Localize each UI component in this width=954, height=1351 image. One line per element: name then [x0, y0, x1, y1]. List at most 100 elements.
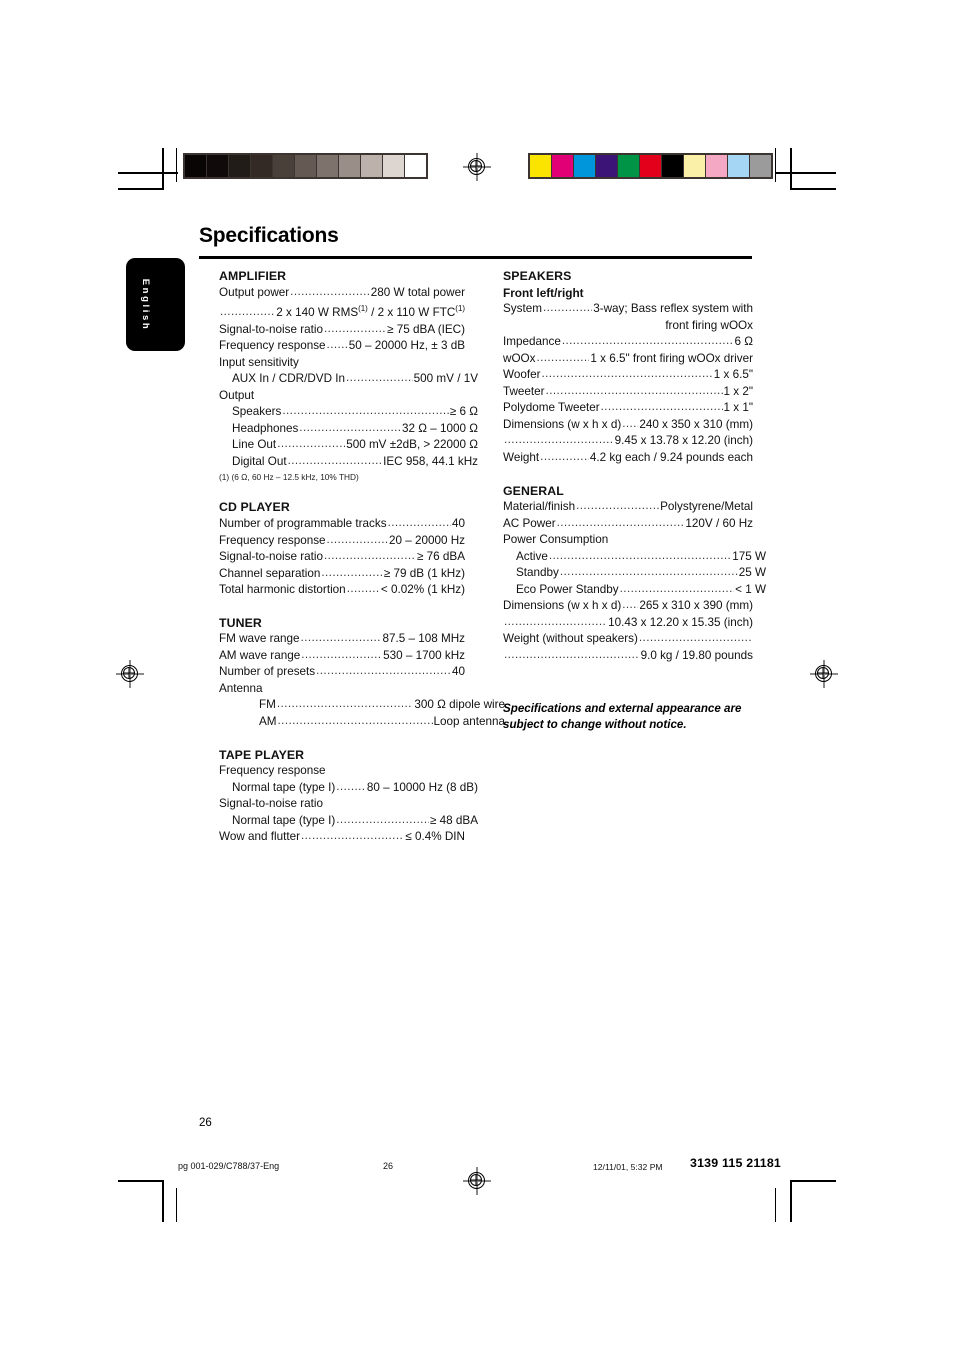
spec-label: AUX In / CDR/DVD In	[232, 372, 346, 386]
dot-leader	[278, 713, 433, 730]
crop-mark-line	[118, 1180, 164, 1182]
spec-label: Normal tape (type I)	[232, 780, 336, 794]
spec-value: Loop antenna	[433, 715, 506, 729]
spec-row: Tweeter 1 x 2"	[503, 384, 753, 401]
spec-value: ≥ 6 Ω	[449, 405, 478, 419]
spec-row: Signal-to-noise ratio ≥ 76 dBA	[219, 549, 465, 566]
spec-value: 3-way; Bass reflex system with	[593, 302, 753, 316]
dot-leader	[347, 581, 380, 598]
spec-row: Frequency response 20 – 20000 Hz	[219, 533, 465, 550]
spec-row: System 3-way; Bass reflex system with	[503, 301, 753, 318]
spec-row: Total harmonic distortion < 0.02% (1 kHz)	[219, 582, 465, 599]
dot-leader	[336, 812, 429, 829]
spec-label: Signal-to-noise ratio	[219, 797, 323, 811]
spec-row: AM Loop antenna	[219, 714, 505, 731]
crop-mark-line	[176, 1188, 178, 1222]
crop-mark-line	[776, 172, 836, 174]
spec-value: < 0.02% (1 kHz)	[380, 583, 465, 597]
page-title: Specifications	[199, 224, 339, 247]
section-heading: SPEAKERS	[503, 269, 572, 283]
spec-value: 10.43 x 12.20 x 15.35 (inch)	[608, 615, 753, 629]
spec-label: Active	[516, 549, 548, 563]
spec-label: Headphones	[232, 421, 299, 435]
spec-row: Dimensions (w x h x d) 240 x 350 x 310 (m…	[503, 417, 753, 434]
footer-timestamp: 12/11/01, 5:32 PM	[593, 1162, 663, 1172]
spec-label: System	[503, 302, 542, 316]
spec-label: Output power	[219, 285, 290, 299]
color-swatch	[706, 155, 727, 177]
registration-mark-bottom	[463, 1167, 491, 1195]
dot-leader	[543, 300, 592, 317]
dot-leader	[549, 548, 731, 565]
dot-leader	[288, 453, 383, 470]
spec-value: IEC 958, 44.1 kHz	[383, 454, 478, 468]
dot-leader	[601, 399, 723, 416]
spec-row: FM wave range 87.5 – 108 MHz	[219, 631, 465, 648]
spec-label: Eco Power Standby	[516, 582, 619, 596]
dot-leader	[327, 532, 388, 549]
dot-leader	[388, 515, 451, 532]
spec-value: ≥ 79 dB (1 kHz)	[383, 566, 465, 580]
spec-value: 6 Ω	[734, 335, 753, 349]
dot-leader	[504, 432, 614, 449]
crop-mark-line	[790, 1180, 836, 1182]
dot-leader	[290, 284, 370, 301]
spec-label: Digital Out	[232, 454, 287, 468]
grayscale-swatch	[405, 155, 427, 177]
dot-leader	[562, 333, 734, 350]
footer-page-number: 26	[383, 1161, 394, 1171]
dot-leader	[504, 614, 607, 631]
dot-leader	[346, 370, 413, 387]
dot-leader	[299, 420, 401, 437]
section-heading: GENERAL	[503, 483, 564, 498]
spec-label: Channel separation	[219, 566, 321, 580]
section-heading: TUNER	[219, 615, 262, 630]
spec-value: 4.2 kg each / 9.24 pounds each	[589, 451, 753, 465]
spec-label: AC Power	[503, 516, 556, 530]
spec-label: Impedance	[503, 335, 561, 349]
spec-value: 80 – 10000 Hz (8 dB)	[366, 780, 478, 794]
grayscale-swatch	[251, 155, 272, 177]
page-number: 26	[199, 1117, 212, 1129]
dot-leader	[327, 337, 348, 354]
spec-row: Line Out 500 mV ±2dB, > 22000 Ω	[219, 437, 478, 454]
spec-row: Number of presets 40	[219, 664, 465, 681]
spec-value: 240 x 350 x 310 (mm)	[639, 417, 753, 431]
crop-mark-line	[775, 148, 777, 182]
dot-leader	[504, 647, 640, 664]
dot-leader	[301, 647, 382, 664]
crop-mark-line	[162, 148, 164, 190]
registration-mark-left	[116, 660, 144, 688]
spec-row: Number of programmable tracks 40	[219, 516, 465, 533]
crop-mark-line	[790, 188, 836, 190]
spec-label: Power Consumption	[503, 533, 609, 547]
spec-row: Impedance 6 Ω	[503, 334, 753, 351]
spec-row: AC Power 120V / 60 Hz	[503, 516, 753, 533]
spec-row: Normal tape (type I) ≥ 48 dBA	[219, 813, 478, 830]
grayscale-swatch	[339, 155, 360, 177]
color-swatch	[596, 155, 617, 177]
spec-label: Tweeter	[503, 384, 545, 398]
dot-leader	[277, 436, 345, 453]
crop-mark-line	[176, 148, 178, 182]
spec-label: Total harmonic distortion	[219, 583, 346, 597]
dot-leader	[622, 597, 638, 614]
spec-row: Weight 4.2 kg each / 9.24 pounds each	[503, 450, 753, 467]
dot-leader	[316, 663, 451, 680]
spec-value: ≥ 75 dBA (IEC)	[387, 322, 465, 336]
spec-label: FM	[259, 698, 276, 712]
grayscale-swatch	[361, 155, 382, 177]
spec-value: 40	[451, 665, 465, 679]
section-subheading: Front left/right	[503, 285, 584, 300]
spec-row: Speakers ≥ 6 Ω	[219, 404, 478, 421]
spec-value: 120V / 60 Hz	[685, 516, 753, 530]
title-divider	[199, 256, 752, 259]
spec-value-continued: front firing wOOx	[665, 318, 753, 332]
dot-leader	[220, 304, 275, 321]
section-heading: AMPLIFIER	[219, 269, 287, 283]
spec-label: Weight	[503, 451, 540, 465]
spec-value: 9.45 x 13.78 x 12.20 (inch)	[614, 434, 753, 448]
